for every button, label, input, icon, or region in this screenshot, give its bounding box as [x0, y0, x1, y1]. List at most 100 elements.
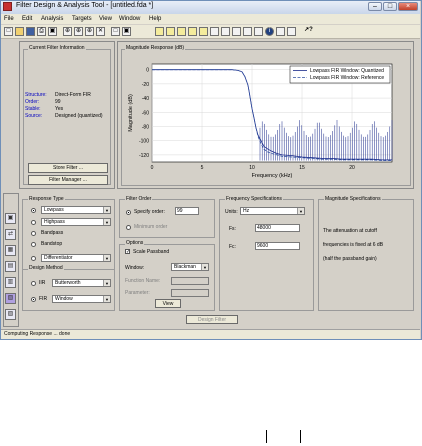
frequency-spec-title: Frequency Specifications: [225, 196, 283, 202]
y-axis-label: Magnitude (dB): [128, 94, 134, 132]
realize-model-icon[interactable]: ▦: [5, 245, 16, 256]
legend-entry: Lowpass FIR Window: Reference: [310, 75, 384, 81]
x-tick-label: 20: [349, 165, 355, 171]
magnitude-estimate-icon[interactable]: [276, 27, 285, 36]
bandpass-label: Bandpass: [41, 230, 64, 236]
scale-passband-checkbox[interactable]: ✓: [125, 249, 130, 255]
magnitude-spec-group: [318, 199, 414, 311]
parameter-label: Parameter:: [125, 290, 150, 296]
pole-zero-icon[interactable]: [232, 27, 241, 36]
fc-field[interactable]: 9600: [255, 242, 300, 250]
fir-dropdown[interactable]: Window ▼: [52, 295, 111, 303]
menu-analysis[interactable]: Analysis: [41, 16, 63, 22]
filter-coefficients-icon[interactable]: [243, 27, 252, 36]
convert-structure-icon[interactable]: ▥: [5, 277, 16, 288]
source-key: Source:: [25, 113, 43, 119]
menu-bar: [1, 14, 420, 24]
parameter-field: [171, 289, 209, 297]
transform-filter-icon[interactable]: ⇄: [5, 229, 16, 240]
open-icon[interactable]: [15, 27, 24, 36]
iir-dropdown[interactable]: Butterworth ▼: [52, 279, 111, 287]
menu-edit[interactable]: Edit: [22, 16, 32, 22]
units-dropdown[interactable]: Hz ▼: [240, 207, 305, 215]
bandpass-radio[interactable]: [31, 231, 36, 236]
y-tick-label: -120: [139, 153, 149, 159]
design-filter-button[interactable]: Design Filter: [186, 315, 238, 324]
design-method-group: [22, 269, 115, 311]
highpass-dropdown[interactable]: Highpass ▼: [41, 218, 111, 226]
zoom-x-icon[interactable]: ⊕: [74, 27, 83, 36]
menu-targets[interactable]: Targets: [72, 16, 92, 22]
legend-entry: Lowpass FIR Window: Quantized: [310, 68, 384, 74]
filter-order-title: Filter Order: [125, 196, 153, 202]
structure-value: Direct-Form FIR: [55, 92, 91, 98]
import-filter-icon[interactable]: ▤: [5, 261, 16, 272]
filter-specs-icon[interactable]: ▣: [122, 27, 131, 36]
save-icon[interactable]: [26, 27, 35, 36]
print-preview-icon[interactable]: ▣: [48, 27, 57, 36]
mag-spec-line-1: The attenuation at cutoff: [323, 228, 377, 234]
design-filter-icon[interactable]: ▨: [5, 309, 16, 320]
taskbar-divider: [300, 430, 301, 443]
highpass-radio[interactable]: [31, 220, 36, 225]
fs-field[interactable]: 48000: [255, 224, 300, 232]
source-value: Designed (quantized): [55, 113, 103, 119]
x-tick-label: 10: [249, 165, 255, 171]
x-tick-label: 15: [299, 165, 305, 171]
magnitude-chart: 0 5 10 15 20 0 -20 -40 -60 -80 -100 -120 Frequency (…: [128, 63, 393, 179]
new-figure-icon[interactable]: □: [111, 27, 120, 36]
whats-this-icon[interactable]: ↗?: [304, 27, 313, 36]
fir-radio[interactable]: [31, 297, 36, 302]
phase-response-icon[interactable]: [166, 27, 175, 36]
current-filter-title: Current Filter Information: [28, 45, 86, 51]
y-tick-label: 0: [146, 68, 149, 74]
zoom-in-icon[interactable]: ⊕: [63, 27, 72, 36]
group-delay-icon[interactable]: [188, 27, 197, 36]
x-tick-label: 5: [201, 165, 204, 171]
close-button[interactable]: ×: [398, 2, 418, 11]
pole-zero-editor-icon[interactable]: ▣: [5, 213, 16, 224]
bandstop-radio[interactable]: [31, 242, 36, 247]
y-tick-label: -80: [142, 124, 149, 130]
zoom-y-icon[interactable]: ⊕: [85, 27, 94, 36]
fir-label: FIR: [39, 296, 48, 302]
specify-order-radio[interactable]: [126, 210, 131, 215]
app-icon: [3, 2, 12, 11]
order-key: Order:: [25, 99, 40, 105]
lowpass-dropdown[interactable]: Lowpass ▼: [41, 206, 111, 214]
menu-window[interactable]: Window: [119, 16, 140, 22]
magnitude-spec-title: Magnitude Specifications: [324, 196, 382, 202]
store-filter-button[interactable]: Store Filter ...: [28, 163, 108, 173]
phase-delay-icon[interactable]: [199, 27, 208, 36]
menu-help[interactable]: Help: [149, 16, 161, 22]
window-dropdown[interactable]: Blackman ▼: [171, 263, 209, 271]
step-response-icon[interactable]: [221, 27, 230, 36]
impulse-response-icon[interactable]: [210, 27, 219, 36]
magnitude-response-icon[interactable]: [155, 27, 164, 36]
function-name-label: Function Name:: [125, 278, 161, 284]
menu-view[interactable]: View: [99, 16, 112, 22]
filter-manager-button[interactable]: Filter Manager ...: [28, 175, 108, 185]
iir-radio[interactable]: [31, 281, 36, 286]
lowpass-radio[interactable]: [31, 208, 36, 213]
differentiator-dropdown[interactable]: Differentiator ▼: [41, 254, 111, 262]
filter-info-icon[interactable]: i: [265, 27, 274, 36]
menu-file[interactable]: File: [4, 16, 14, 22]
new-icon[interactable]: □: [4, 27, 13, 36]
specify-order-field[interactable]: 99: [175, 207, 199, 215]
print-icon[interactable]: ⎙: [37, 27, 46, 36]
full-view-icon[interactable]: ✕: [96, 27, 105, 36]
set-quantization-icon[interactable]: ▧: [5, 293, 16, 304]
round-off-noise-icon[interactable]: [287, 27, 296, 36]
noise-power-icon[interactable]: [254, 27, 263, 36]
y-tick-label: -40: [142, 96, 149, 102]
minimize-button[interactable]: –: [368, 2, 382, 11]
maximize-button[interactable]: □: [383, 2, 397, 11]
x-tick-label: 0: [151, 165, 154, 171]
differentiator-radio[interactable]: [31, 256, 36, 261]
view-button[interactable]: View: [155, 299, 181, 308]
x-axis-label: Frequency (kHz): [252, 173, 293, 179]
response-type-title: Response Type: [28, 196, 65, 202]
minimum-order-radio[interactable]: [126, 225, 131, 230]
mag-phase-icon[interactable]: [177, 27, 186, 36]
